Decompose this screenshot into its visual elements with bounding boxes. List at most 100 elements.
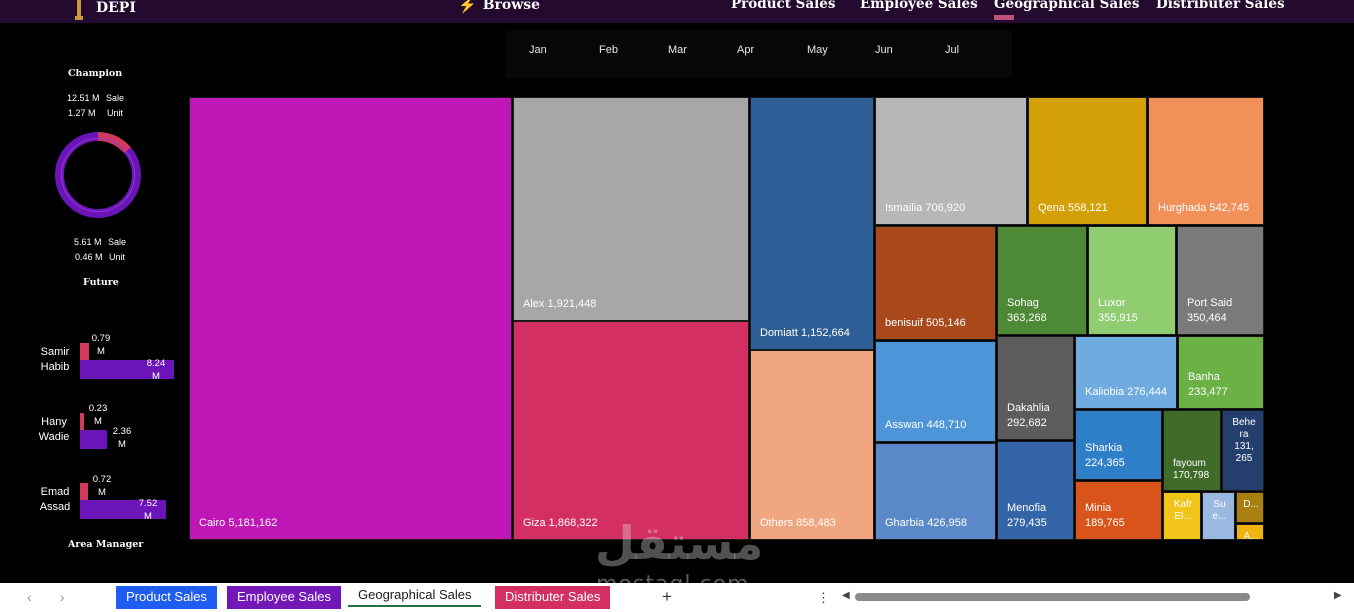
manager-red-label: 0.72 M (92, 474, 112, 498)
future-sale-label: Sale (108, 237, 127, 247)
treemap-tile-label: Cairo 5,181,162 (199, 517, 278, 529)
manager-name: Hany Wadie (38, 416, 70, 443)
nav-geographical-sales[interactable]: Geographical Sales (994, 0, 1139, 12)
treemap-tile[interactable]: benisuif 505,146 (875, 226, 996, 340)
treemap-tile-label: fayoum 170,798 (1173, 458, 1210, 481)
nav-employee-sales[interactable]: Employee Sales (860, 0, 978, 12)
treemap-tile[interactable]: Others 858,483 (750, 350, 874, 540)
logo-figure-icon (75, 0, 83, 20)
future-unit-label: Unit (109, 252, 126, 262)
treemap-tile-label: Alex 1,921,448 (523, 298, 597, 310)
manager-red-label: 0.23 M (88, 403, 108, 427)
treemap-tile-label: Qena 558,121 (1038, 202, 1108, 214)
tab-distributer-sales[interactable]: Distributer Sales (495, 586, 611, 609)
month-jul[interactable]: Jul (945, 44, 959, 56)
treemap-tile[interactable]: Kafr El... (1163, 492, 1201, 540)
treemap-tile[interactable]: Port Said 350,464 (1177, 226, 1264, 335)
treemap-tile-label: Ismailia 706,920 (885, 202, 966, 214)
treemap-tile-label: Minia 189,765 (1085, 502, 1125, 529)
future-title: Future (83, 277, 119, 288)
treemap-tile[interactable]: Minia 189,765 (1075, 481, 1162, 540)
champion-sale-value: 12.51 M (67, 93, 100, 103)
treemap-tile-label: Gharbia 426,958 (885, 517, 967, 529)
treemap-tile-label: Dakahlia 292,682 (1007, 402, 1050, 429)
treemap-tile[interactable]: Behe ra 131, 265 (1222, 410, 1264, 491)
treemap-tile-label: Kafr El... (1173, 499, 1193, 522)
manager-red-bar (80, 483, 88, 500)
nav-distributer-sales[interactable]: Distributer Sales (1156, 0, 1285, 12)
manager-name: Emad Assad (39, 486, 71, 513)
future-unit-value: 0.46 M (75, 252, 103, 262)
treemap-tile[interactable]: A... (1236, 524, 1264, 540)
treemap-tile-label: Port Said 350,464 (1187, 297, 1233, 324)
treemap-tile[interactable]: Domiatt 1,152,664 (750, 97, 874, 350)
treemap-tile[interactable]: Sharkia 224,365 (1075, 410, 1162, 480)
chevron-left-icon[interactable]: ‹ (27, 589, 32, 605)
chevron-right-icon[interactable]: › (60, 589, 65, 605)
treemap-tile[interactable]: Su e... (1202, 492, 1235, 540)
treemap-tile[interactable]: D... (1236, 492, 1264, 523)
treemap-tile-label: D... (1243, 499, 1259, 510)
treemap-tile-label: Su e... (1212, 499, 1227, 522)
month-may[interactable]: May (807, 44, 828, 56)
treemap-tile[interactable]: Kaliobia 276,444 (1075, 336, 1177, 409)
champion-title: Champion (68, 68, 123, 79)
treemap-tile[interactable]: Luxor 355,915 (1088, 226, 1176, 335)
treemap-tile-label: Sharkia 224,365 (1085, 442, 1125, 469)
treemap-tile[interactable]: Gharbia 426,958 (875, 443, 996, 540)
treemap-tile-label: Behe ra 131, 265 (1232, 417, 1256, 464)
treemap-tile[interactable]: Cairo 5,181,162 (189, 97, 512, 540)
month-jan[interactable]: Jan (529, 44, 547, 56)
scroll-left-icon[interactable]: ◀ (842, 590, 850, 601)
more-options-icon[interactable]: ⋮ (817, 590, 830, 606)
treemap-tile[interactable]: fayoum 170,798 (1163, 410, 1221, 491)
treemap-tile[interactable]: Giza 1,868,322 (513, 321, 749, 540)
treemap-tile[interactable]: Alex 1,921,448 (513, 97, 749, 321)
tab-product-sales[interactable]: Product Sales (116, 586, 217, 609)
tab-employee-sales[interactable]: Employee Sales (227, 586, 341, 609)
area-manager-title: Area Manager (68, 539, 144, 550)
champion-unit-value: 1.27 M (68, 108, 96, 118)
tab-geographical-sales[interactable]: Geographical Sales (348, 584, 482, 607)
month-slicer: Jan Feb Mar Apr May Jun Jul (506, 30, 1012, 78)
browse-button[interactable]: ⚡ Browse (458, 0, 540, 14)
treemap-tile-label: Others 858,483 (760, 517, 836, 529)
treemap-tile-label: A... (1243, 531, 1259, 540)
treemap-tile-label: Giza 1,868,322 (523, 517, 598, 529)
month-mar[interactable]: Mar (668, 44, 687, 56)
champion-sale-label: Sale (106, 93, 125, 103)
treemap-tile[interactable]: Sohag 363,268 (997, 226, 1087, 335)
lightning-icon: ⚡ (458, 0, 477, 14)
future-sale-value: 5.61 M (74, 237, 102, 247)
nav-product-sales[interactable]: Product Sales (731, 0, 836, 12)
month-apr[interactable]: Apr (737, 44, 754, 56)
treemap-tile-label: Luxor 355,915 (1098, 297, 1138, 324)
treemap-tile[interactable]: Ismailia 706,920 (875, 97, 1027, 225)
treemap-tile[interactable]: Menofia 279,435 (997, 441, 1074, 540)
browse-label: Browse (482, 0, 541, 13)
treemap-tile-label: Kaliobia 276,444 (1085, 386, 1167, 398)
manager-purple-label: 7.52 M (138, 498, 158, 522)
month-feb[interactable]: Feb (599, 44, 618, 56)
treemap-tile[interactable]: Qena 558,121 (1028, 97, 1147, 225)
horizontal-scrollbar-thumb[interactable] (855, 593, 1250, 601)
manager-purple-label: 8.24 M (146, 358, 166, 382)
treemap-tile-label: Domiatt 1,152,664 (760, 327, 850, 339)
treemap-tile[interactable]: Hurghada 542,745 (1148, 97, 1264, 225)
treemap-tile-label: Banha 233,477 (1188, 371, 1228, 398)
month-jun[interactable]: Jun (875, 44, 893, 56)
watermark-arabic: مستقل (595, 516, 764, 570)
treemap-tile-label: Sohag 363,268 (1007, 297, 1047, 324)
add-sheet-button[interactable]: + (662, 587, 672, 607)
treemap-tile[interactable]: Asswan 448,710 (875, 341, 996, 442)
treemap-tile[interactable]: Dakahlia 292,682 (997, 336, 1074, 440)
treemap-tile-label: Asswan 448,710 (885, 419, 967, 431)
manager-purple-label: 2.36 M (112, 426, 132, 450)
scroll-right-icon[interactable]: ▶ (1334, 590, 1342, 601)
manager-red-bar (80, 413, 84, 430)
manager-name: Samir Habib (40, 346, 70, 373)
champion-unit-label: Unit (107, 108, 124, 118)
treemap-tile-label: Menofia 279,435 (1007, 502, 1047, 529)
top-navigation-bar: DEPI ⚡ Browse Product Sales Employee Sal… (0, 0, 1354, 23)
treemap-tile[interactable]: Banha 233,477 (1178, 336, 1264, 409)
